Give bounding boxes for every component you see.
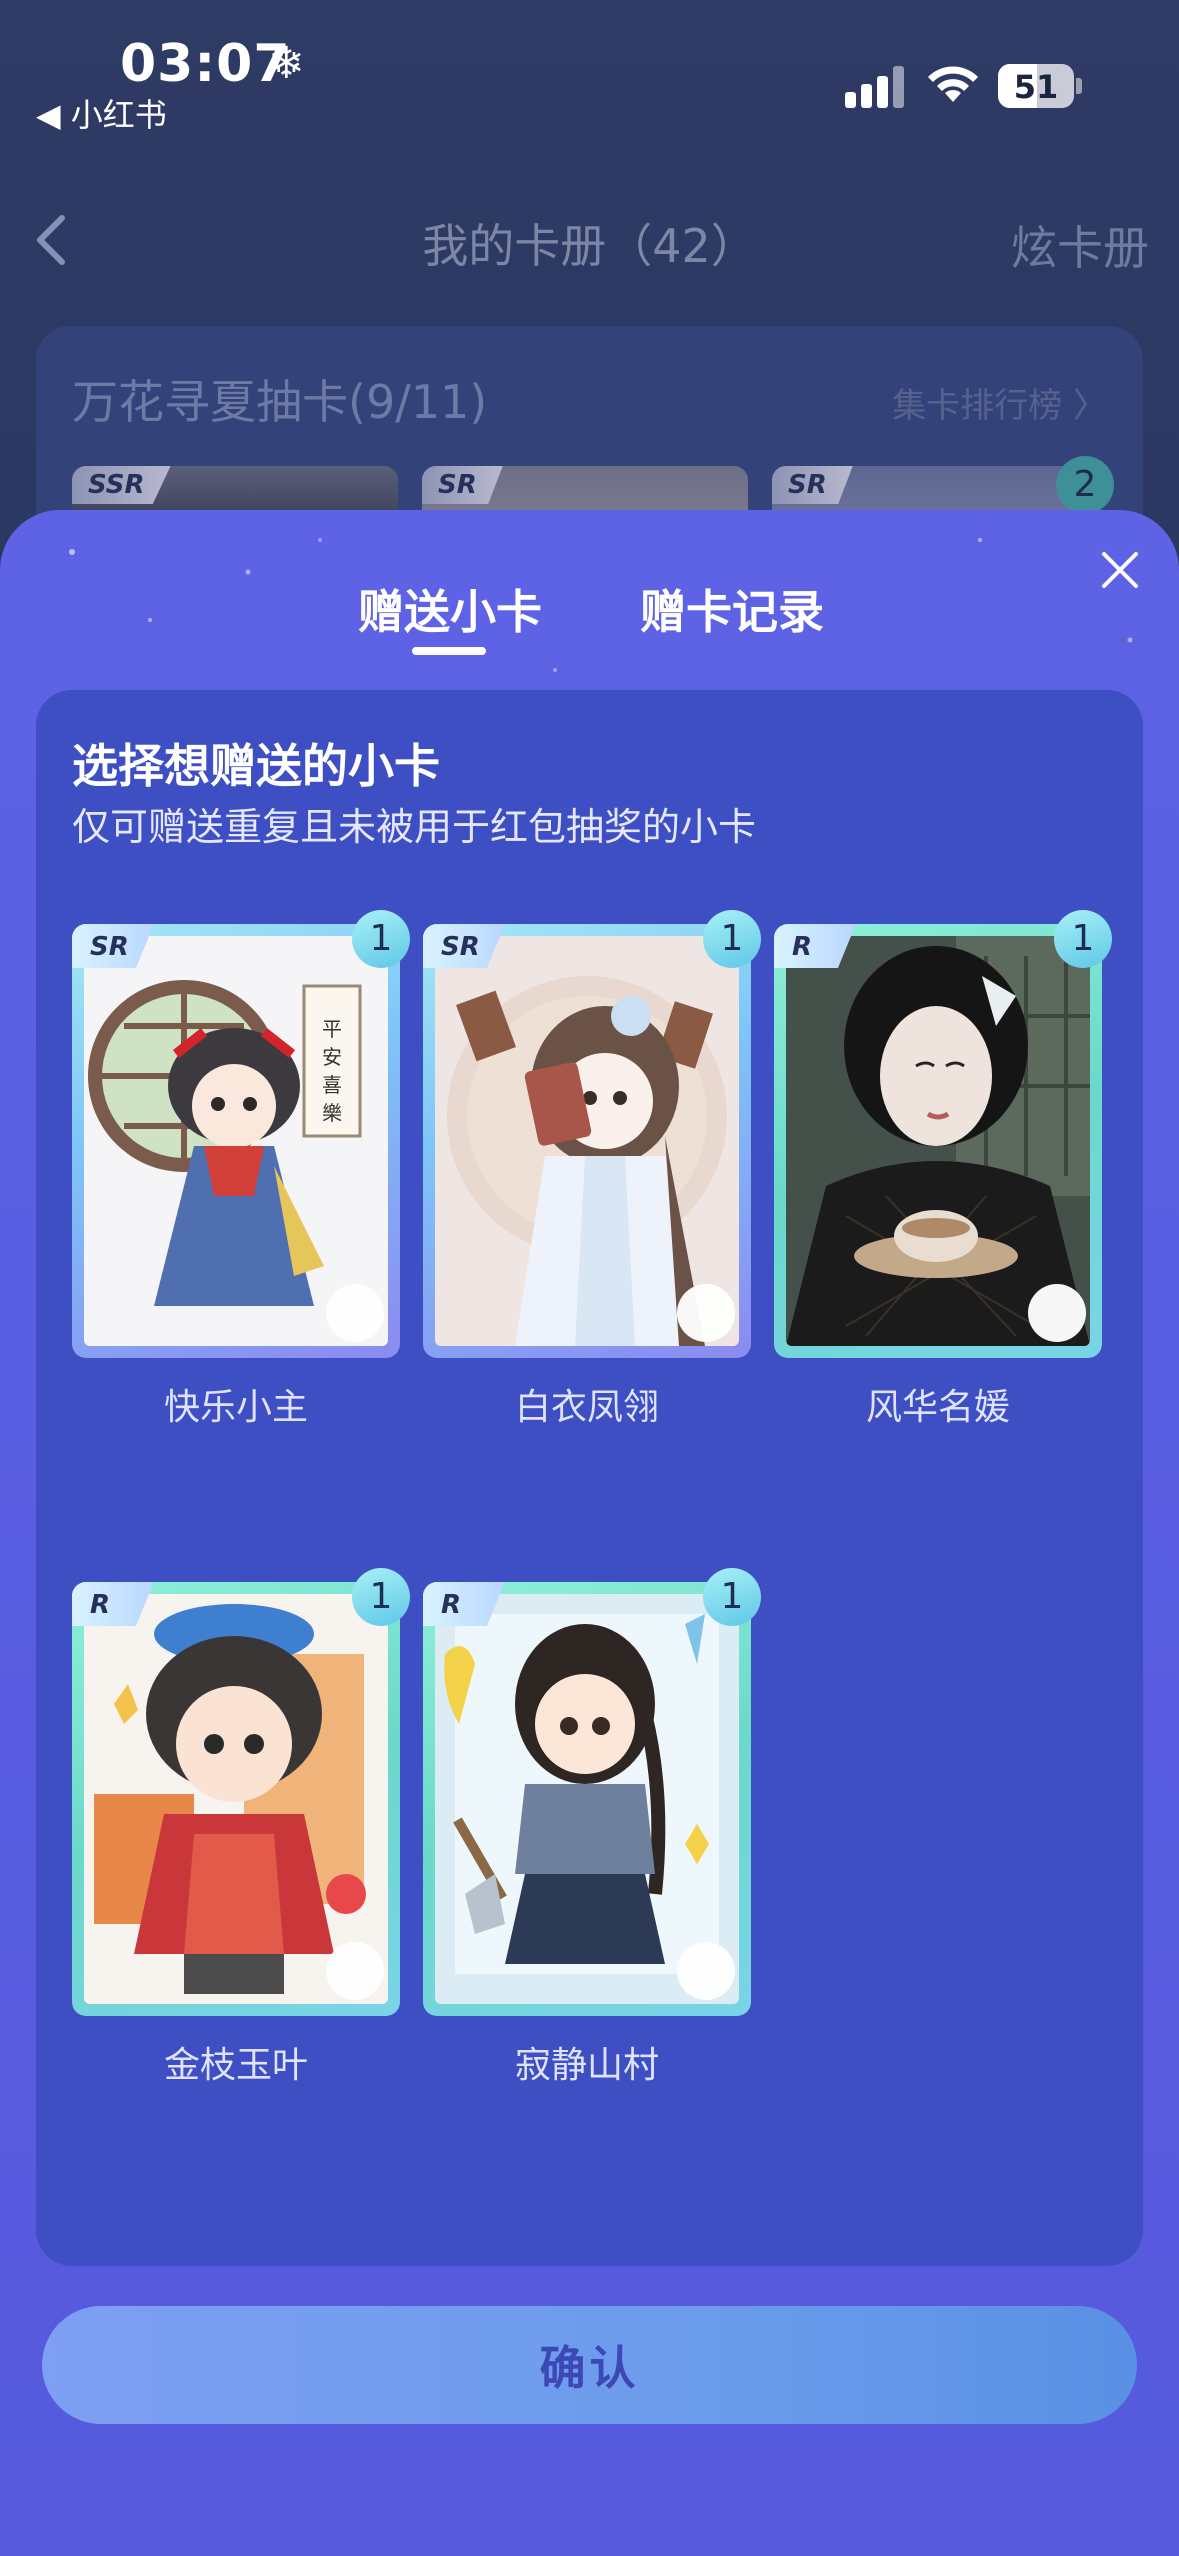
card-select-checkbox[interactable] [326,1284,384,1342]
battery-level: 51 [1013,68,1059,106]
card-item[interactable]: R 1 [72,1568,410,2016]
tab-gift-records[interactable]: 赠卡记录 [640,576,824,642]
panel-subtitle: 仅可赠送重复且未被用于红包抽奖的小卡 [72,805,757,849]
mini-card-rarity: SR [772,466,853,504]
svg-text:喜: 喜 [322,1073,342,1097]
card-name: 寂静山村 [514,2045,659,2086]
card-item[interactable]: R 1 [774,910,1112,1358]
card-count-badge: 1 [352,910,410,968]
svg-text:平: 平 [322,1017,342,1041]
tab-gift-cards[interactable]: 赠送小卡 [358,576,542,642]
battery-icon: 51 [998,64,1074,108]
card-artwork [84,1594,388,2004]
show-album-button[interactable]: 炫卡册 [1011,212,1149,278]
card-artwork [786,936,1090,1346]
card-artwork: 平 安 喜 樂 [84,936,388,1346]
card-count-badge: 1 [703,910,761,968]
background-page: 03:07 ❄ ◀ 小红书 51 我的卡册（42） 炫卡册 万花寻夏抽卡(9/1… [0,0,1179,586]
card-artwork [435,1594,739,2004]
card-select-checkbox[interactable] [326,1942,384,2000]
card-count-badge: 1 [703,1568,761,1626]
card-select-checkbox[interactable] [1028,1284,1086,1342]
card-name: 白衣凤翎 [514,1387,659,1428]
card-name: 风华名媛 [865,1387,1010,1428]
cellular-signal-icon [845,66,907,108]
sparkle-decoration [69,538,1133,672]
card-artwork [435,936,739,1346]
active-tab-indicator [412,647,486,655]
mini-card-rarity: SSR [72,466,171,504]
collection-title: 万花寻夏抽卡(9/11) [72,375,488,429]
svg-text:樂: 樂 [322,1101,342,1125]
confirm-button-label: 确认 [539,2341,640,2395]
confirm-button[interactable]: 确认 [42,2306,1137,2424]
mini-card-count-badge: 2 [1056,456,1114,514]
snowflake-icon: ❄ [268,38,305,89]
close-icon[interactable] [1096,546,1144,594]
mini-card-rarity: SR [422,466,503,504]
page-title: 我的卡册（42） [422,219,757,273]
gift-card-sheet: 赠送小卡 赠卡记录 选择想赠送的小卡 仅可赠送重复且未被用于红包抽奖的小卡 平 … [0,510,1179,2556]
card-item[interactable]: R 1 [423,1568,761,2016]
card-item[interactable]: 平 安 喜 樂 SR 1 [72,910,410,1358]
card-count-badge: 1 [352,1568,410,1626]
svg-text:安: 安 [322,1045,342,1069]
battery-tip [1076,78,1082,94]
card-select-checkbox[interactable] [677,1284,735,1342]
collection-rank-link[interactable]: 集卡排行榜 〉 [892,378,1107,427]
card-select-panel: 选择想赠送的小卡 仅可赠送重复且未被用于红包抽奖的小卡 平 安 喜 樂 SR 1… [36,690,1143,2266]
status-time: 03:07 [120,34,291,94]
back-to-app-link[interactable]: ◀ 小红书 [36,90,167,136]
wifi-icon [928,66,978,102]
card-select-checkbox[interactable] [677,1942,735,2000]
panel-title: 选择想赠送的小卡 [72,739,440,793]
card-name: 快乐小主 [163,1387,308,1428]
card-name: 金枝玉叶 [163,2045,308,2086]
card-item[interactable]: SR 1 [423,910,761,1358]
card-count-badge: 1 [1054,910,1112,968]
